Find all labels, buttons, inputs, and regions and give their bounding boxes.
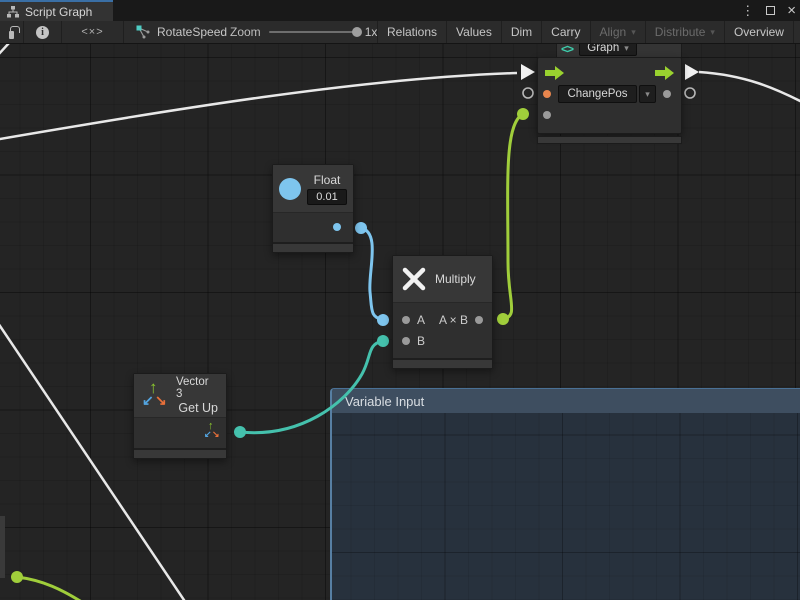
window-controls: ⋮ × — [741, 0, 796, 21]
toolbar-button-distribute[interactable]: Distribute▾ — [646, 21, 725, 43]
value-port-hollow-left[interactable] — [523, 88, 533, 98]
vector3-node-title: Vector 3 — [176, 376, 218, 400]
group-variable-input[interactable]: Variable Input — [330, 388, 800, 600]
graph-breadcrumb[interactable]: RotateSpeed — [124, 21, 236, 43]
toolbar-button-overview[interactable]: Overview — [725, 21, 794, 43]
code-icon: <×> — [81, 26, 103, 38]
multiply-node[interactable]: Multiply A A × B B — [392, 255, 493, 369]
wire-endpoint-blue-top[interactable] — [355, 222, 367, 234]
script-graph-icon: <> — [561, 44, 573, 56]
menu-kebab-icon[interactable]: ⋮ — [741, 3, 754, 19]
graph-node-footer — [537, 136, 682, 144]
wire-clipped-topleft — [0, 44, 9, 55]
multiply-icon — [401, 266, 427, 292]
graph-kind-dropdown[interactable]: Graph ▾ — [579, 44, 637, 56]
flow-input-arrow[interactable] — [521, 64, 535, 80]
multiply-node-title: Multiply — [435, 272, 476, 286]
close-icon[interactable]: × — [787, 6, 796, 16]
wire-endpoint-green-top[interactable] — [517, 108, 529, 120]
wire-endpoint-green-corner[interactable] — [11, 571, 23, 583]
code-preview-button[interactable]: <×> — [62, 21, 124, 43]
multiply-input-a-label: A — [417, 313, 425, 327]
wire-green-corner — [17, 577, 88, 600]
float-value-field[interactable]: 0.01 — [307, 189, 347, 205]
float-icon — [279, 178, 301, 200]
wire-diagonal — [0, 320, 188, 600]
group-body — [332, 413, 800, 600]
chevron-down-icon: ▾ — [624, 44, 629, 54]
multiply-node-body: A A × B B — [393, 303, 492, 358]
wire-endpoint-blue-bottom[interactable] — [377, 314, 389, 326]
multiply-input-b-port[interactable] — [402, 337, 410, 345]
wire-flow-in — [0, 73, 517, 140]
lock-icon — [9, 31, 14, 39]
vector3-getup-node[interactable]: ↑ ↙ ↘ Vector 3 Get Up ↑ ↙ ↘ — [133, 373, 227, 459]
wire-endpoint-teal-left[interactable] — [234, 426, 246, 438]
toolbar-button-values[interactable]: Values — [447, 21, 502, 43]
multiply-node-footer — [393, 358, 492, 368]
info-icon: i — [36, 26, 49, 39]
lock-button[interactable] — [0, 21, 24, 43]
vector3-icon: ↑ ↙ ↘ — [142, 381, 168, 411]
flow-arrow-out-icon[interactable] — [655, 66, 674, 80]
group-header[interactable]: Variable Input — [332, 389, 800, 413]
variable-dropdown[interactable]: ChangePos — [558, 85, 637, 103]
wire-green-result — [503, 114, 523, 319]
wire-flow-out — [699, 72, 800, 104]
multiply-input-a-port[interactable] — [402, 316, 410, 324]
graph-name-label: RotateSpeed — [157, 25, 227, 39]
toolbar-button-carry[interactable]: Carry — [542, 21, 590, 43]
wire-endpoint-teal-right[interactable] — [377, 335, 389, 347]
toolbar-button-dim[interactable]: Dim — [502, 21, 542, 43]
multiply-output-port[interactable] — [475, 316, 483, 324]
float-node[interactable]: Float 0.01 — [272, 164, 354, 253]
zoom-slider-handle[interactable] — [352, 27, 362, 37]
wire-blue-float — [361, 228, 383, 320]
zoom-value: 1x — [365, 25, 378, 39]
maximize-icon[interactable] — [766, 6, 775, 15]
vector3-node-subtitle: Get Up — [178, 401, 218, 415]
graph-toolbar: i <×> RotateSpeed Zoom 1x Relations Valu… — [0, 21, 800, 44]
variable-name-port[interactable] — [543, 90, 551, 98]
graph-asset-icon — [136, 25, 150, 39]
value-port-hollow-right[interactable] — [685, 88, 695, 98]
vector3-node-footer — [134, 448, 226, 458]
offscreen-node-edge[interactable] — [0, 516, 5, 578]
multiply-input-b-label: B — [417, 334, 425, 348]
toolbar-button-relations[interactable]: Relations — [378, 21, 447, 43]
graph-node-header[interactable]: <> Graph ▾ — [556, 44, 682, 57]
toolbar-button-fullscreen[interactable]: Full Screen — [794, 21, 800, 43]
flow-output-arrow[interactable] — [685, 64, 699, 80]
variable-output-port[interactable] — [663, 90, 671, 98]
float-node-body — [273, 213, 353, 242]
float-output-port[interactable] — [333, 223, 341, 231]
toolbar-button-align[interactable]: Align▾ — [591, 21, 646, 43]
vector3-node-body: ↑ ↙ ↘ — [134, 418, 226, 448]
info-button[interactable]: i — [24, 21, 62, 43]
chevron-down-icon: ▾ — [645, 89, 650, 100]
tab-title: Script Graph — [25, 5, 92, 19]
tab-script-graph[interactable]: Script Graph — [0, 0, 113, 21]
variable-dropdown-caret[interactable]: ▾ — [639, 85, 656, 103]
graph-canvas[interactable]: Variable Input <> — [0, 44, 800, 600]
chevron-down-icon: ▾ — [710, 27, 715, 38]
zoom-slider[interactable] — [269, 31, 357, 33]
graph-node-body[interactable]: ChangePos ▾ — [537, 57, 682, 134]
group-title: Variable Input — [345, 394, 424, 409]
float-node-footer — [273, 242, 353, 252]
zoom-label: Zoom — [230, 25, 261, 39]
wire-endpoint-green-bottom[interactable] — [497, 313, 509, 325]
zoom-control: Zoom 1x — [222, 21, 385, 43]
graph-hierarchy-icon — [7, 6, 19, 18]
variable-value-port[interactable] — [543, 111, 551, 119]
vector3-output-port[interactable]: ↑ ↙ ↘ — [204, 422, 220, 442]
float-node-title: Float — [314, 173, 341, 187]
multiply-output-label: A × B — [439, 313, 468, 327]
chevron-down-icon: ▾ — [631, 27, 636, 38]
flow-arrow-in-icon[interactable] — [545, 66, 564, 80]
tab-bar: Script Graph ⋮ × — [0, 0, 800, 21]
